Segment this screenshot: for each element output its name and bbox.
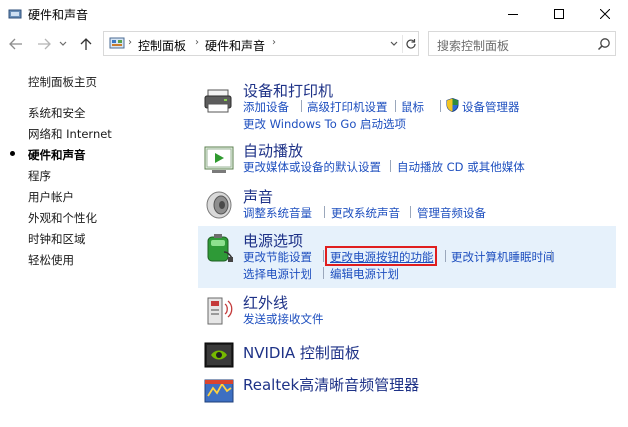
link-advanced-printer-setup[interactable]: 高级打印机设置	[307, 99, 388, 115]
link-adjust-system-volume[interactable]: 调整系统音量	[243, 205, 312, 221]
link-send-receive-files[interactable]: 发送或接收文件	[243, 311, 324, 327]
up-button[interactable]	[78, 36, 94, 52]
title-bar: 硬件和声音	[0, 0, 628, 28]
category-realtek: Realtek高清晰音频管理器	[200, 372, 615, 404]
close-button[interactable]	[582, 0, 628, 28]
breadcrumb-separator[interactable]: ›	[128, 37, 132, 48]
sidebar-item-ease-of-access[interactable]: 轻松使用	[28, 252, 74, 268]
category-title-sound[interactable]: 声音	[243, 186, 273, 207]
link-separator	[323, 267, 324, 279]
window-title: 硬件和声音	[28, 8, 89, 22]
link-autoplay-cd[interactable]: 自动播放 CD 或其他媒体	[397, 159, 525, 175]
sidebar-item-network-internet[interactable]: 网络和 Internet	[28, 126, 112, 142]
sidebar-item-appearance[interactable]: 外观和个性化	[28, 210, 97, 226]
back-button[interactable]	[8, 36, 24, 52]
annotation-highlight-box	[325, 246, 437, 266]
minimize-button[interactable]	[490, 0, 536, 28]
search-input[interactable]: 搜索控制面板	[428, 31, 616, 56]
link-separator	[410, 206, 411, 218]
sidebar-item-system-security[interactable]: 系统和安全	[28, 105, 86, 121]
category-nvidia: NVIDIA 控制面板	[200, 338, 615, 370]
category-devices-printers: 设备和打印机 添加设备 高级打印机设置 鼠标 设备管理器 更改 Windows …	[200, 80, 615, 132]
link-add-device[interactable]: 添加设备	[243, 99, 289, 115]
link-separator	[390, 160, 391, 172]
close-icon	[600, 9, 610, 19]
hardware-sound-icon	[8, 9, 22, 19]
sidebar: 控制面板主页 系统和安全 网络和 Internet 硬件和声音 程序 用户帐户 …	[0, 60, 180, 427]
category-title-power-options[interactable]: 电源选项	[243, 230, 303, 251]
realtek-audio-icon	[204, 379, 234, 403]
category-title-devices-printers[interactable]: 设备和打印机	[243, 80, 333, 101]
link-manage-audio-devices[interactable]: 管理音频设备	[417, 205, 486, 221]
link-choose-power-plan[interactable]: 选择电源计划	[243, 266, 312, 282]
maximize-button[interactable]	[536, 0, 582, 28]
maximize-icon	[554, 9, 564, 19]
link-change-system-sounds[interactable]: 更改系统声音	[331, 205, 400, 221]
refresh-button[interactable]	[402, 35, 418, 53]
search-placeholder: 搜索控制面板	[437, 39, 510, 53]
uac-shield-icon	[446, 98, 459, 112]
infrared-icon	[207, 297, 233, 325]
address-dropdown-button[interactable]	[387, 36, 401, 52]
printer-icon	[204, 89, 232, 113]
breadcrumb-control-panel[interactable]: 控制面板	[138, 37, 186, 54]
battery-icon	[207, 234, 233, 262]
control-panel-icon	[109, 37, 125, 49]
forward-button[interactable]	[36, 36, 52, 52]
current-item-bullet	[10, 151, 15, 156]
link-windows-to-go-startup[interactable]: 更改 Windows To Go 启动选项	[243, 116, 406, 132]
category-title-autoplay[interactable]: 自动播放	[243, 140, 303, 161]
link-mouse[interactable]: 鼠标	[401, 99, 424, 115]
sidebar-item-user-accounts[interactable]: 用户帐户	[28, 189, 74, 205]
link-device-manager[interactable]: 设备管理器	[462, 99, 520, 115]
arrow-up-icon	[80, 38, 92, 50]
category-title-realtek[interactable]: Realtek高清晰音频管理器	[243, 374, 419, 395]
sidebar-item-programs[interactable]: 程序	[28, 168, 51, 184]
category-autoplay: 自动播放 更改媒体或设备的默认设置 自动播放 CD 或其他媒体	[200, 140, 615, 180]
category-title-infrared[interactable]: 红外线	[243, 292, 288, 313]
link-edit-power-plan[interactable]: 编辑电源计划	[330, 266, 399, 282]
search-icon[interactable]	[597, 37, 611, 51]
refresh-icon	[405, 39, 416, 49]
link-separator	[440, 100, 441, 112]
category-title-nvidia[interactable]: NVIDIA 控制面板	[243, 342, 360, 363]
autoplay-icon	[204, 146, 234, 173]
category-sound: 声音 调整系统音量 更改系统声音 管理音频设备	[200, 186, 615, 226]
breadcrumb-separator[interactable]: ›	[272, 37, 276, 48]
sidebar-item-control-panel-home[interactable]: 控制面板主页	[28, 74, 97, 90]
link-separator	[445, 250, 446, 262]
minimize-icon	[508, 14, 518, 15]
arrow-right-icon	[38, 38, 51, 50]
breadcrumb-hardware-sound[interactable]: 硬件和声音	[205, 37, 265, 54]
navigation-bar: › 控制面板 › 硬件和声音 › 搜索控制面板	[0, 28, 628, 60]
sidebar-item-clock-region[interactable]: 时钟和区域	[28, 231, 86, 247]
link-separator	[301, 100, 302, 112]
link-separator	[551, 250, 552, 262]
chevron-down-icon	[390, 41, 398, 46]
address-bar[interactable]: › 控制面板 › 硬件和声音 ›	[103, 31, 419, 56]
breadcrumb-separator[interactable]: ›	[195, 37, 199, 48]
arrow-left-icon	[9, 38, 22, 50]
sidebar-item-hardware-sound: 硬件和声音	[28, 148, 86, 162]
link-change-power-saving[interactable]: 更改节能设置	[243, 249, 312, 265]
link-separator	[324, 206, 325, 218]
recent-locations-button[interactable]	[58, 36, 68, 52]
category-infrared: 红外线 发送或接收文件	[200, 292, 615, 330]
link-change-sleep-time[interactable]: 更改计算机睡眠时间	[451, 249, 555, 265]
link-change-media-defaults[interactable]: 更改媒体或设备的默认设置	[243, 159, 381, 175]
nvidia-icon	[204, 342, 234, 368]
link-separator	[395, 100, 396, 112]
speaker-icon	[206, 191, 232, 219]
link-separator	[323, 250, 324, 262]
chevron-down-icon	[59, 41, 67, 46]
